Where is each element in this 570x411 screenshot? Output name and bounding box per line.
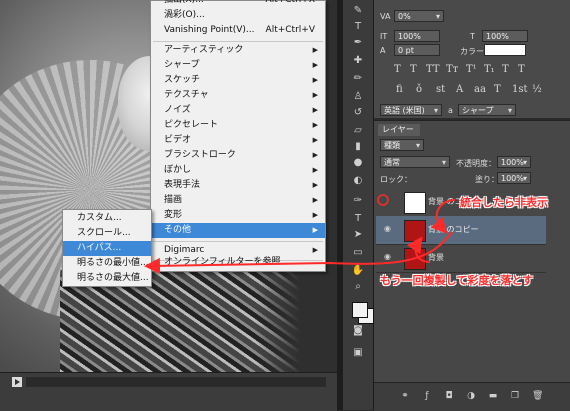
hidden-eye-marker xyxy=(377,194,389,206)
annotation-hide-after-merge: 統合したら非表示 xyxy=(460,196,548,209)
arrow-to-layer xyxy=(430,199,456,234)
arrow-to-high-pass xyxy=(144,231,453,274)
annotation-duplicate-desaturate: もう一回複製して彩度を落とす xyxy=(380,274,534,287)
